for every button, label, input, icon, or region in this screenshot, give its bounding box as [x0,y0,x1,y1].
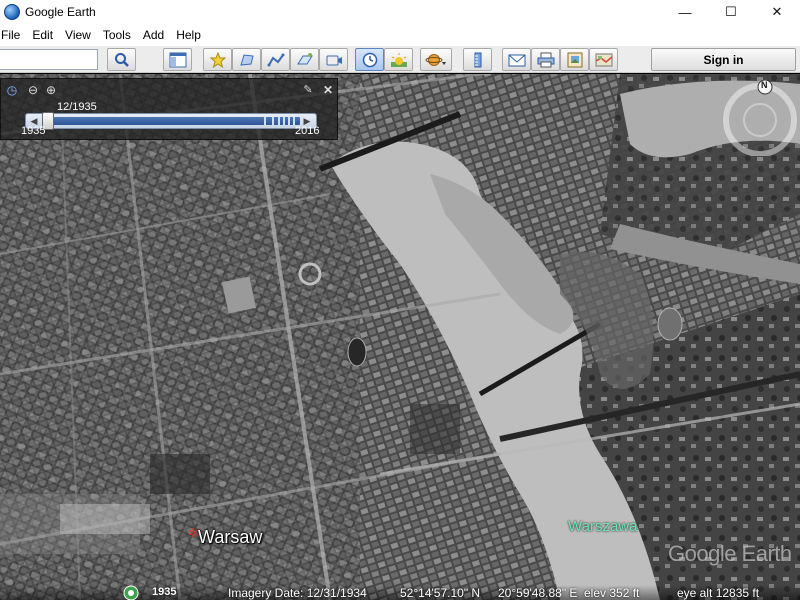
time-tick [288,117,290,125]
time-track[interactable] [25,113,317,129]
planets-icon [425,53,446,66]
zoom-in-time-button[interactable]: ⊕ [44,83,58,97]
eye-altitude-readout: eye alt 12835 ft [677,586,760,600]
time-tick [264,117,266,125]
title-bar: Google Earth — ☐ ✕ [0,0,800,24]
tour-icon [326,55,342,65]
menu-add[interactable]: Add [143,28,170,42]
elevation-readout: elev 352 ft [584,586,640,600]
start-year-label: 1935 [21,125,46,137]
sidebar-button[interactable] [163,48,192,71]
save-image-icon [567,52,582,67]
historical-imagery-slider: ◷ ⊖ ⊕ ✎ ✕ 12/1935 ◀ ▶ 1935 2016 [0,78,338,140]
email-button[interactable] [502,48,531,71]
sidebar-icon [169,52,186,67]
polygon-icon [239,53,254,66]
path-button[interactable] [261,48,290,71]
maps-button[interactable] [589,48,618,71]
email-icon [508,54,525,66]
search-icon [114,52,129,67]
toolbar: Sign in [0,46,800,73]
google-earth-watermark: Google Earth [668,541,792,566]
minimize-button[interactable]: — [662,0,708,24]
window-title: Google Earth [25,5,96,19]
longitude-readout: 20°59'48.88" E [498,586,578,600]
status-year: 1935 [152,586,177,598]
place-pin-icon: ✲ [188,526,199,540]
ruler-icon [474,52,481,67]
aerial-imagery [0,74,800,600]
north-label: N [761,80,768,90]
time-track-fill [42,117,300,125]
planets-button[interactable] [420,48,452,71]
menu-tools[interactable]: Tools [103,28,137,42]
window-controls: — ☐ ✕ [662,0,800,24]
menu-file[interactable]: File [1,28,26,42]
clock-icon[interactable]: ◷ [5,83,19,97]
imagery-date: Imagery Date: 12/31/1934 [228,586,367,600]
google-earth-icon [4,4,20,20]
latitude-readout: 52°14'57.10" N [400,586,481,600]
menu-edit[interactable]: Edit [32,28,59,42]
place-label-warsaw[interactable]: Warsaw [198,527,262,548]
time-tick [272,117,274,125]
end-year-label: 2016 [295,125,320,137]
navigation-compass[interactable]: N [722,79,798,157]
zoom-out-time-button[interactable]: ⊖ [26,83,40,97]
image-overlay-icon [296,52,313,64]
close-slider-button[interactable]: ✕ [321,83,335,97]
tour-guide-icon[interactable] [122,584,142,600]
tour-button[interactable] [319,48,348,71]
search-button[interactable] [107,48,136,71]
image-overlay-button[interactable] [290,48,319,71]
close-button[interactable]: ✕ [754,0,800,24]
maps-icon [595,53,612,66]
menu-help[interactable]: Help [176,28,207,42]
compass-ring-icon [723,79,797,157]
placemark-button[interactable] [203,48,232,71]
maximize-button[interactable]: ☐ [708,0,754,24]
time-tick [283,117,285,125]
polygon-button[interactable] [232,48,261,71]
save-image-button[interactable] [560,48,589,71]
placemark-icon [209,51,226,68]
print-button[interactable] [531,48,560,71]
district-label: Warszawa [568,518,638,535]
historical-imagery-icon [362,52,377,67]
path-icon [267,53,284,66]
time-tick [278,117,280,125]
sign-in-button[interactable]: Sign in [651,48,796,71]
historical-imagery-button[interactable] [355,48,384,71]
menu-view[interactable]: View [65,28,97,42]
status-bar: 1935 Imagery Date: 12/31/1934 52°14'57.1… [0,585,800,600]
map-view[interactable] [0,74,800,600]
wrench-icon[interactable]: ✎ [301,83,315,97]
ruler-button[interactable] [463,48,492,71]
sunlight-button[interactable] [384,48,413,71]
print-icon [537,52,554,67]
sunlight-icon [390,52,407,67]
time-tick [293,117,295,125]
search-input[interactable] [0,49,98,70]
current-date-label: 12/1935 [57,101,97,113]
menu-bar: File Edit View Tools Add Help [0,24,800,46]
